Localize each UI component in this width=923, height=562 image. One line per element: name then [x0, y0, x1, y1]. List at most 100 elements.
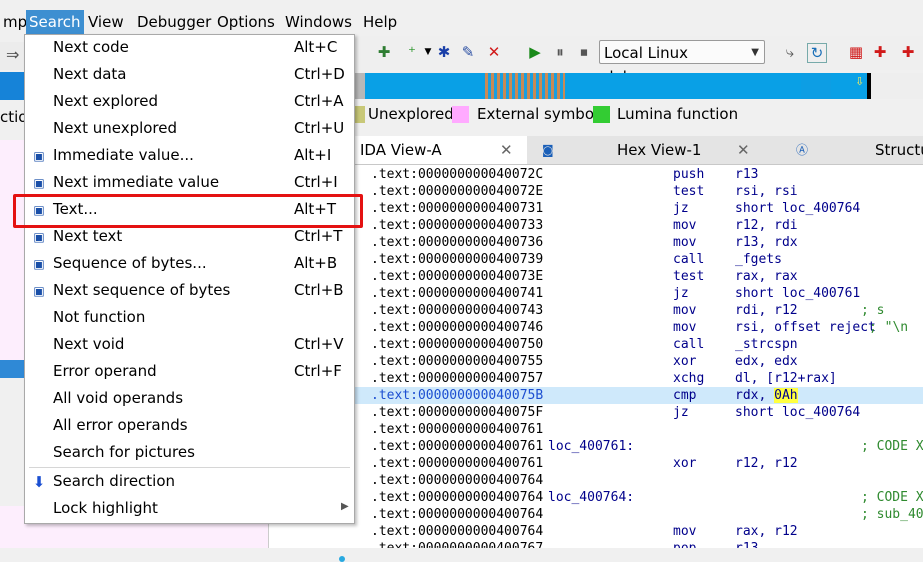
- disassembly-view[interactable]: .text:000000000040072C push r13 .text:00000…: [355, 165, 923, 548]
- legend-swatch-unexplored: [355, 106, 365, 123]
- disasm-row[interactable]: .text:0000000000400731 jz short loc_400764: [355, 200, 923, 217]
- disasm-row[interactable]: .text:0000000000400736 mov r13, rdx: [355, 234, 923, 251]
- disasm-operand[interactable]: rax, rax: [735, 268, 798, 285]
- menu-item-not-function[interactable]: Not function: [25, 305, 354, 332]
- menu-item-label: Next text: [53, 227, 123, 245]
- close-icon[interactable]: ✕: [500, 136, 513, 164]
- disasm-operand[interactable]: rdx, 0Ah: [735, 387, 798, 404]
- disasm-row[interactable]: .text:0000000000400764 ; sub_40: [355, 506, 923, 523]
- disasm-operand-highlight[interactable]: 0Ah: [774, 388, 798, 403]
- menu-help[interactable]: Help: [360, 10, 400, 34]
- disasm-row[interactable]: .text:0000000000400757 xchg dl, [r12+rax]: [355, 370, 923, 387]
- disasm-row[interactable]: .text:0000000000400761 loc_400761: ; CODE …: [355, 438, 923, 455]
- functions-list-selected-row[interactable]: [0, 360, 24, 378]
- delete-breakpoint-icon[interactable]: ✚: [899, 43, 917, 61]
- disasm-row[interactable]: .text:0000000000400750 call _strcspn: [355, 336, 923, 353]
- menu-windows[interactable]: Windows: [282, 10, 355, 34]
- menu-item-next-text[interactable]: ▣ Next text Ctrl+T: [25, 224, 354, 251]
- pause-icon[interactable]: ⏸: [551, 43, 569, 61]
- disasm-row[interactable]: .text:0000000000400755 xor edx, edx: [355, 353, 923, 370]
- arrow-right-icon[interactable]: ⇒: [6, 45, 19, 64]
- disasm-operand[interactable]: r13: [735, 166, 758, 183]
- disasm-operand[interactable]: short loc_400764: [735, 200, 860, 217]
- disasm-operand[interactable]: r12, rdi: [735, 217, 798, 234]
- step-over-icon[interactable]: ↻: [807, 43, 827, 63]
- disasm-row[interactable]: .text:0000000000400746 mov rsi, offset rej…: [355, 319, 923, 336]
- menu-item-sequence-of-bytes[interactable]: ▣ Sequence of bytes... Alt+B: [25, 251, 354, 278]
- disasm-operand[interactable]: dl, [r12+rax]: [735, 370, 837, 387]
- disasm-row[interactable]: .text:0000000000400764 loc_400764: ; CODE …: [355, 489, 923, 506]
- step-into-icon[interactable]: ⤷: [781, 43, 799, 61]
- disasm-address: .text:0000000000400764: [371, 490, 544, 505]
- disasm-row[interactable]: .text:0000000000400761: [355, 421, 923, 438]
- disasm-operand[interactable]: rsi, offset reject: [735, 319, 876, 336]
- toolbar-edit-icon[interactable]: ✎: [459, 43, 477, 61]
- menu-item-error-operand[interactable]: Error operand Ctrl+F: [25, 359, 354, 386]
- disasm-row[interactable]: .text:0000000000400764 mov rax, r12: [355, 523, 923, 540]
- menu-item-next-unexplored[interactable]: Next unexplored Ctrl+U: [25, 116, 354, 143]
- menu-item-next-void[interactable]: Next void Ctrl+V: [25, 332, 354, 359]
- disasm-operand[interactable]: rdi, r12: [735, 302, 798, 319]
- add-breakpoint-icon[interactable]: ✚: [871, 43, 889, 61]
- toolbar-add-icon[interactable]: ✚: [375, 43, 393, 61]
- disasm-row[interactable]: .text:000000000040075B cmp rdx, 0Ah: [355, 387, 923, 404]
- menu-item-next-sequence-of-bytes[interactable]: ▣ Next sequence of bytes Ctrl+B: [25, 278, 354, 305]
- disasm-operand[interactable]: r13: [735, 540, 758, 548]
- menu-item-label: Error operand: [53, 362, 157, 380]
- disasm-row[interactable]: .text:0000000000400739 call _fgets: [355, 251, 923, 268]
- menu-item-immediate-value[interactable]: ▣ Immediate value... Alt+I: [25, 143, 354, 170]
- menu-view[interactable]: View: [85, 10, 127, 34]
- menu-item-search-for-pictures[interactable]: Search for pictures: [25, 440, 354, 467]
- disasm-row[interactable]: .text:000000000040072E test rsi, rsi: [355, 183, 923, 200]
- disasm-label[interactable]: loc_400764:: [548, 489, 634, 506]
- disasm-row[interactable]: .text:0000000000400743 mov rdi, r12 ; s: [355, 302, 923, 319]
- menu-item-next-immediate-value[interactable]: ▣ Next immediate value Ctrl+I: [25, 170, 354, 197]
- disasm-operand[interactable]: rax, r12: [735, 523, 798, 540]
- menu-debugger[interactable]: Debugger: [134, 10, 214, 34]
- disasm-row[interactable]: .text:0000000000400733 mov r12, rdi: [355, 217, 923, 234]
- menu-item-search-direction[interactable]: ⬇ Search direction: [25, 469, 354, 496]
- menu-item-lock-highlight[interactable]: Lock highlight ▶: [25, 496, 354, 523]
- debugger-select[interactable]: Local Linux debugger ▼: [599, 40, 765, 86]
- disasm-row[interactable]: .text:000000000040075F jz short loc_400764: [355, 404, 923, 421]
- disasm-operand[interactable]: r12, r12: [735, 455, 798, 472]
- disasm-operand[interactable]: edx, edx: [735, 353, 798, 370]
- menu-item-next-data[interactable]: Next data Ctrl+D: [25, 62, 354, 89]
- navigation-band[interactable]: ⇩: [355, 73, 923, 99]
- menu-item-all-error-operands[interactable]: All error operands: [25, 413, 354, 440]
- menu-search[interactable]: Search: [26, 10, 84, 34]
- functions-list[interactable]: [0, 140, 24, 360]
- menu-item-next-code[interactable]: Next code Alt+C: [25, 35, 354, 62]
- close-icon[interactable]: ✕: [737, 136, 750, 164]
- disasm-row[interactable]: .text:0000000000400764: [355, 472, 923, 489]
- disasm-operand[interactable]: short loc_400764: [735, 404, 860, 421]
- toolbar-enum-icon[interactable]: ✱: [435, 43, 453, 61]
- tab-hex-view-1[interactable]: ◙ Hex View-1 ✕: [537, 136, 773, 164]
- disasm-address: .text:0000000000400764: [371, 473, 544, 488]
- disasm-row[interactable]: .text:000000000040073E test rax, rax: [355, 268, 923, 285]
- menu-item-shortcut: Alt+B: [294, 254, 338, 272]
- stop-icon[interactable]: ⏹: [575, 43, 593, 61]
- menu-options[interactable]: Options: [214, 10, 278, 34]
- disasm-label[interactable]: loc_400761:: [548, 438, 634, 455]
- disasm-row[interactable]: .text:0000000000400767 pop r13: [355, 540, 923, 548]
- disasm-row[interactable]: .text:000000000040072C push r13: [355, 166, 923, 183]
- menu-item-shortcut: Ctrl+F: [294, 362, 342, 380]
- play-icon[interactable]: ▶: [526, 43, 544, 61]
- menu-item-all-void-operands[interactable]: All void operands: [25, 386, 354, 413]
- tab-structures[interactable]: Ⓐ Structu: [791, 136, 923, 164]
- disasm-row[interactable]: .text:0000000000400741 jz short loc_400761: [355, 285, 923, 302]
- disasm-operand[interactable]: short loc_400761: [735, 285, 860, 302]
- disasm-operand[interactable]: r13, rdx: [735, 234, 798, 251]
- disasm-operand[interactable]: _strcspn: [735, 336, 798, 353]
- disasm-operand[interactable]: _fgets: [735, 251, 782, 268]
- disasm-row[interactable]: .text:0000000000400761 xor r12, r12: [355, 455, 923, 472]
- disasm-address: .text:0000000000400757: [371, 371, 544, 386]
- breakpoint-list-icon[interactable]: ▦: [847, 43, 865, 61]
- tab-ida-view-a[interactable]: IDA View-A ✕: [355, 136, 527, 164]
- toolbar-delete-icon[interactable]: ✕: [485, 43, 503, 61]
- menu-item-label: Next immediate value: [53, 173, 220, 191]
- menu-item-label: All error operands: [53, 416, 188, 434]
- menu-item-next-explored[interactable]: Next explored Ctrl+A: [25, 89, 354, 116]
- disasm-operand[interactable]: rsi, rsi: [735, 183, 798, 200]
